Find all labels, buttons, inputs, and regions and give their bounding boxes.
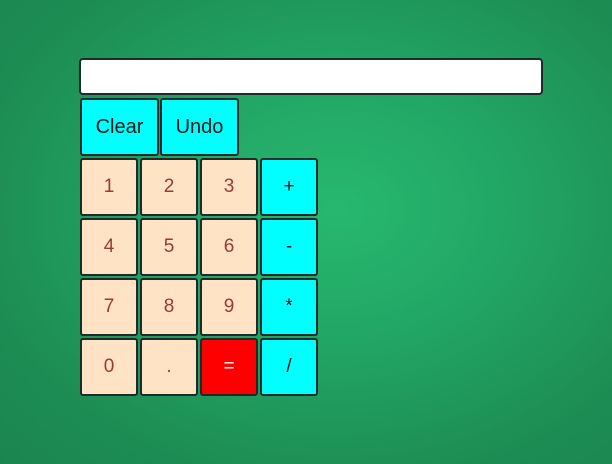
digit-8-button[interactable]: 8 bbox=[140, 278, 198, 336]
digit-6-button[interactable]: 6 bbox=[200, 218, 258, 276]
digit-5-button[interactable]: 5 bbox=[140, 218, 198, 276]
digit-9-button[interactable]: 9 bbox=[200, 278, 258, 336]
digit-4-button[interactable]: 4 bbox=[80, 218, 138, 276]
digit-7-button[interactable]: 7 bbox=[80, 278, 138, 336]
decimal-button[interactable]: . bbox=[140, 338, 198, 396]
digit-3-button[interactable]: 3 bbox=[200, 158, 258, 216]
plus-button[interactable]: + bbox=[260, 158, 318, 216]
digit-0-button[interactable]: 0 bbox=[80, 338, 138, 396]
digit-2-button[interactable]: 2 bbox=[140, 158, 198, 216]
minus-button[interactable]: - bbox=[260, 218, 318, 276]
clear-button[interactable]: Clear bbox=[80, 98, 159, 156]
calculator-display[interactable] bbox=[79, 58, 543, 95]
multiply-button[interactable]: * bbox=[260, 278, 318, 336]
digit-1-button[interactable]: 1 bbox=[80, 158, 138, 216]
divide-button[interactable]: / bbox=[260, 338, 318, 396]
equals-button[interactable]: = bbox=[200, 338, 258, 396]
undo-button[interactable]: Undo bbox=[160, 98, 239, 156]
